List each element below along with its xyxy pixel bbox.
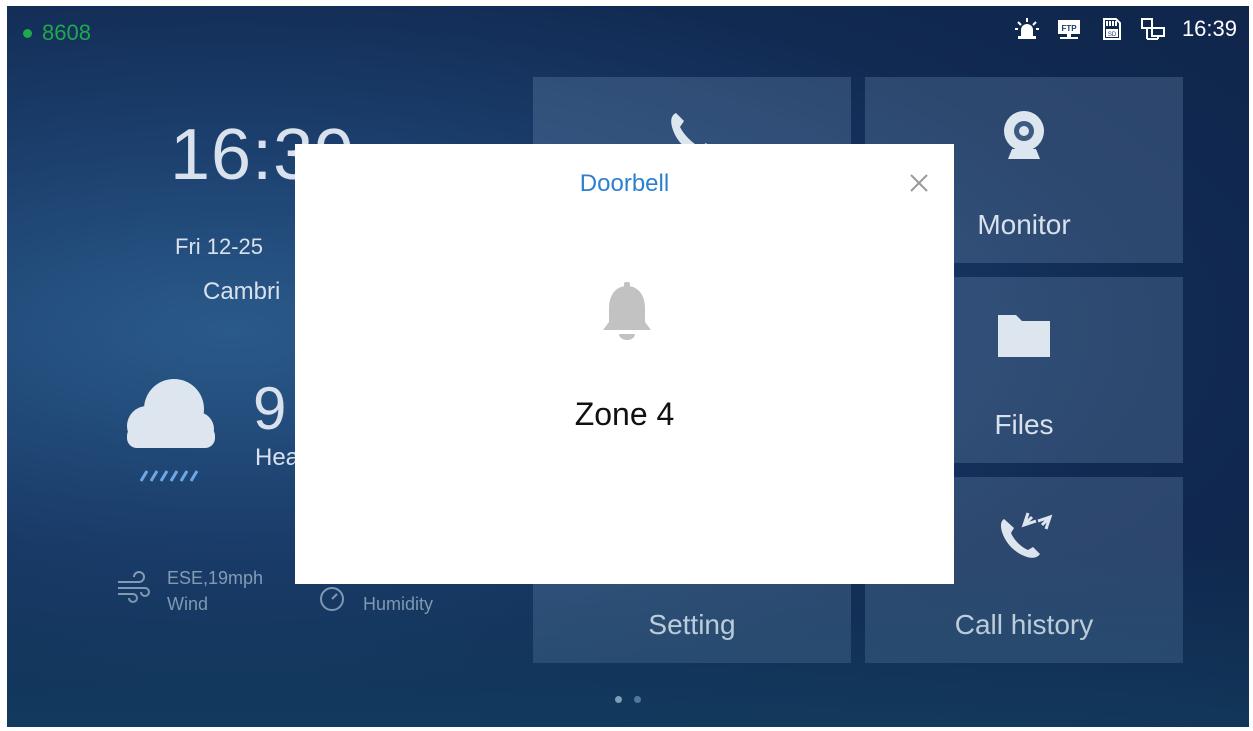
status-bar: 8608 FTP SD 16:39 — [7, 6, 1249, 60]
wind-value: ESE,19mph — [167, 568, 264, 588]
status-time: 16:39 — [1181, 16, 1237, 41]
dialog-title: Doorbell — [579, 170, 670, 197]
page-dot-2[interactable] — [634, 696, 641, 703]
close-icon[interactable] — [906, 170, 932, 196]
doorbell-zone: Zone 4 — [574, 396, 675, 432]
weather-description: Hea — [255, 444, 300, 471]
svg-text:FTP: FTP — [1061, 24, 1077, 33]
alarm-light-icon — [1014, 16, 1040, 42]
page-indicator — [615, 696, 641, 703]
call-history-label: Call history — [954, 609, 1094, 640]
rain-cloud-icon — [119, 371, 219, 486]
setting-label: Setting — [648, 609, 736, 640]
doorbell-dialog: Doorbell Zone 4 — [295, 144, 954, 584]
registered-dot-icon — [23, 28, 32, 38]
humidity-label: Humidity — [363, 594, 434, 614]
temperature: 9 — [253, 375, 287, 442]
status-icons: FTP SD 16:39 — [1014, 16, 1237, 42]
ftp-icon: FTP — [1056, 16, 1082, 42]
humidity-icon — [317, 584, 347, 614]
network-icon — [1140, 16, 1166, 42]
page-dot-1[interactable] — [615, 696, 622, 703]
folder-icon — [994, 305, 1054, 365]
call-history-icon — [994, 505, 1054, 565]
wind-icon — [115, 569, 151, 605]
extension-number: 8608 — [42, 20, 91, 45]
wind-label: Wind — [167, 594, 209, 614]
account-status[interactable]: 8608 — [23, 20, 91, 46]
bell-icon — [589, 276, 665, 352]
svg-text:SD: SD — [1108, 32, 1117, 38]
camera-icon — [994, 105, 1054, 165]
weather-city: Cambri — [203, 278, 281, 305]
sd-card-icon: SD — [1098, 16, 1124, 42]
home-date: Fri 12-25 — [175, 234, 264, 259]
